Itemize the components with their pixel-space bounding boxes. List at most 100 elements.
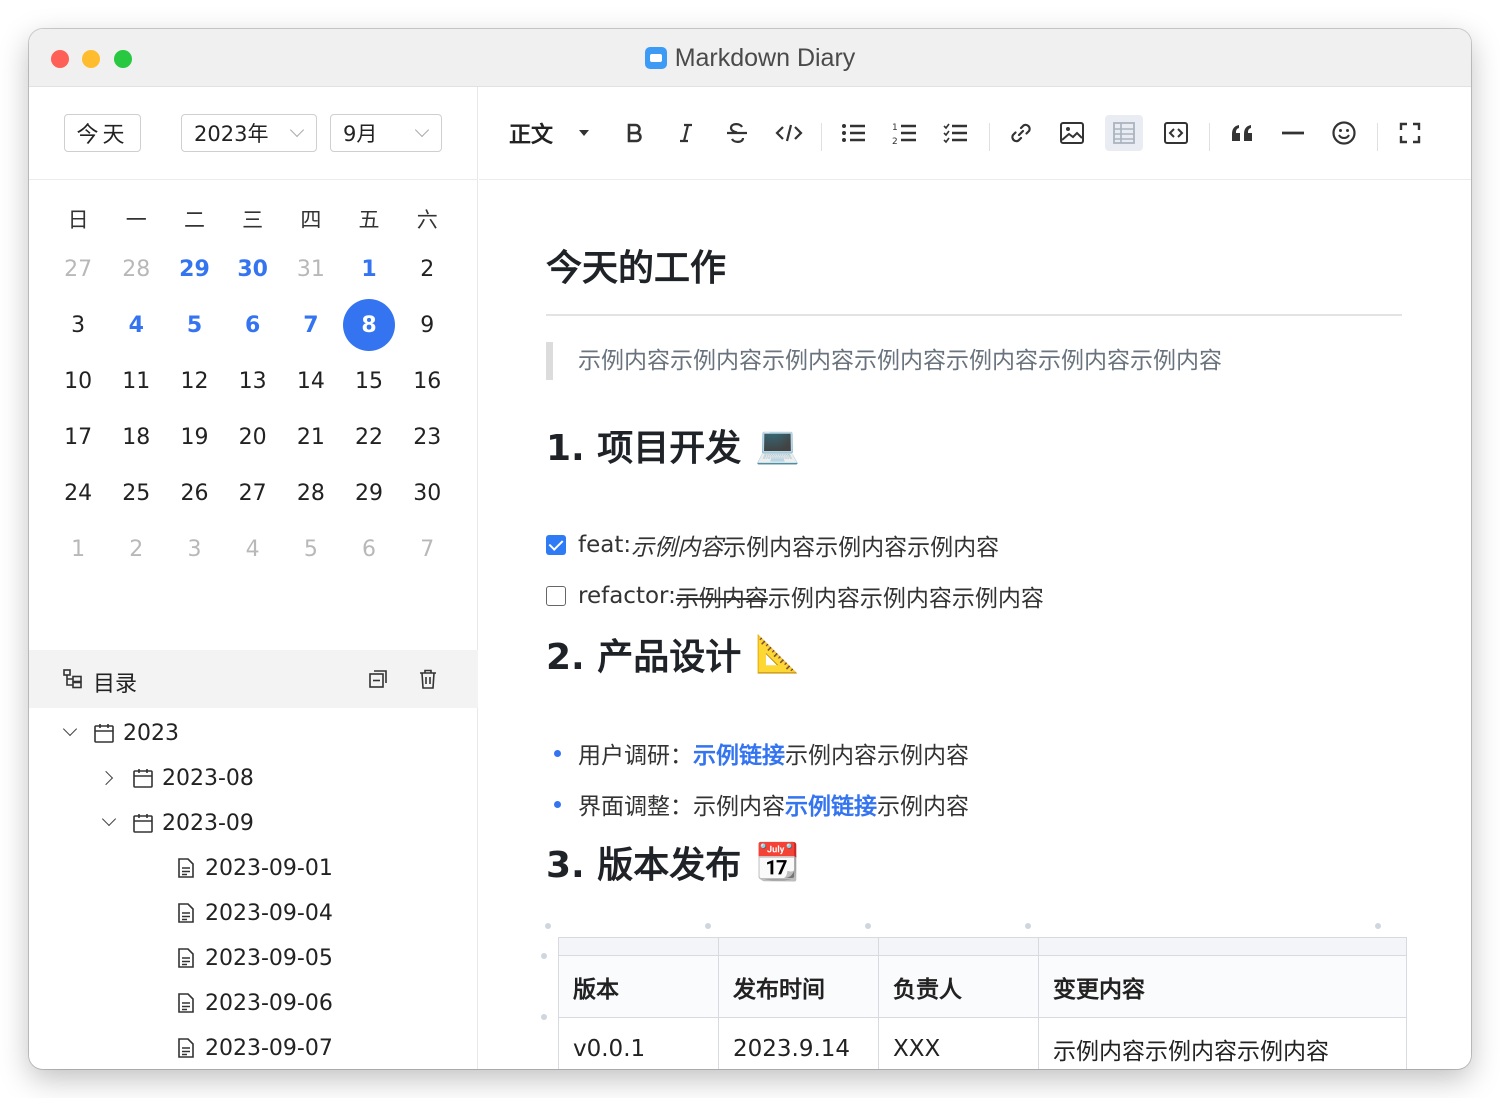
calendar-day-selected[interactable]: 8 xyxy=(340,299,398,351)
code-block-button[interactable] xyxy=(1161,115,1191,151)
table-cell[interactable]: v0.0.1 xyxy=(558,1017,719,1069)
markdown-table[interactable]: 版本 发布时间 负责人 变更内容 v0.0.1 2023.9.14 XXX 示例… xyxy=(558,937,1407,1069)
calendar-day[interactable]: 4 xyxy=(107,313,165,338)
column-handle[interactable] xyxy=(1025,923,1031,929)
calendar-day[interactable]: 24 xyxy=(49,481,107,506)
calendar-day[interactable]: 27 xyxy=(49,257,107,282)
calendar-day[interactable]: 18 xyxy=(107,425,165,450)
checkbox-unchecked[interactable] xyxy=(546,586,566,606)
bullet-list-button[interactable] xyxy=(839,115,869,151)
table-header-cell[interactable]: 负责人 xyxy=(878,955,1039,1018)
collapse-all-icon[interactable] xyxy=(366,667,390,691)
calendar-day[interactable]: 31 xyxy=(282,257,340,282)
table-cell[interactable]: 2023.9.14 xyxy=(718,1017,879,1069)
calendar-day[interactable]: 7 xyxy=(282,313,340,338)
calendar-day[interactable]: 30 xyxy=(224,257,282,282)
table-cell[interactable]: XXX xyxy=(878,1017,1039,1069)
table-grip-cell[interactable] xyxy=(878,937,1039,956)
column-handle[interactable] xyxy=(705,923,711,929)
paragraph-style-select[interactable]: 正文 xyxy=(509,115,599,151)
calendar-day[interactable]: 11 xyxy=(107,369,165,394)
calendar-day[interactable]: 20 xyxy=(224,425,282,450)
column-handle[interactable] xyxy=(545,923,551,929)
tree-node-file[interactable]: 2023-09-04 xyxy=(175,894,333,932)
tree-node-month[interactable]: 2023-09 xyxy=(102,804,254,842)
calendar-day[interactable]: 29 xyxy=(340,481,398,506)
calendar-day[interactable]: 9 xyxy=(398,313,456,338)
toc-label: 目录 xyxy=(93,672,138,697)
emoji-button[interactable] xyxy=(1329,115,1359,151)
tree-node-file[interactable]: 2023-09-07 xyxy=(175,1029,333,1067)
table-grip-row[interactable] xyxy=(558,937,1407,956)
calendar-day[interactable]: 14 xyxy=(282,369,340,394)
calendar-day[interactable]: 30 xyxy=(398,481,456,506)
fullscreen-button[interactable] xyxy=(1395,115,1425,151)
calendar-day[interactable]: 28 xyxy=(282,481,340,506)
calendar-day[interactable]: 21 xyxy=(282,425,340,450)
calendar-day[interactable]: 16 xyxy=(398,369,456,394)
column-handle[interactable] xyxy=(865,923,871,929)
calendar-day[interactable]: 2 xyxy=(398,257,456,282)
quote-button[interactable] xyxy=(1227,115,1257,151)
table-cell[interactable]: 示例内容示例内容示例内容 xyxy=(1038,1017,1407,1069)
calendar-day[interactable]: 7 xyxy=(398,537,456,562)
calendar-day[interactable]: 19 xyxy=(165,425,223,450)
calendar-day[interactable]: 22 xyxy=(340,425,398,450)
table-grip-cell[interactable] xyxy=(718,937,879,956)
calendar-day[interactable]: 15 xyxy=(340,369,398,394)
doc-link[interactable]: 示例链接 xyxy=(785,787,877,821)
task-list-button[interactable] xyxy=(941,115,971,151)
table-grip-cell[interactable] xyxy=(558,937,719,956)
calendar-day[interactable]: 3 xyxy=(49,313,107,338)
month-select[interactable]: 9月 xyxy=(330,114,442,152)
calendar-day[interactable]: 13 xyxy=(224,369,282,394)
calendar-day[interactable]: 17 xyxy=(49,425,107,450)
horizontal-rule-button[interactable] xyxy=(1278,115,1308,151)
italic-button[interactable] xyxy=(671,115,701,151)
calendar-day[interactable]: 10 xyxy=(49,369,107,394)
calendar-day[interactable]: 5 xyxy=(165,313,223,338)
calendar-day[interactable]: 26 xyxy=(165,481,223,506)
row-handle[interactable] xyxy=(541,1014,547,1020)
year-select[interactable]: 2023年 xyxy=(181,114,317,152)
calendar-day[interactable]: 29 xyxy=(165,257,223,282)
calendar-day-number: 21 xyxy=(296,424,325,450)
checkbox-checked[interactable] xyxy=(546,535,566,555)
table-button[interactable] xyxy=(1105,115,1143,151)
markdown-editor[interactable]: 今天的工作 示例内容示例内容示例内容示例内容示例内容示例内容示例内容 1. 项目… xyxy=(479,181,1471,1069)
tree-node-file[interactable]: 2023-09-05 xyxy=(175,939,333,977)
link-button[interactable] xyxy=(1006,115,1036,151)
table-header-cell[interactable]: 变更内容 xyxy=(1038,955,1407,1018)
table-header-cell[interactable]: 版本 xyxy=(558,955,719,1018)
calendar-day[interactable]: 6 xyxy=(224,313,282,338)
calendar-day[interactable]: 12 xyxy=(165,369,223,394)
tree-node-file[interactable]: 2023-09-01 xyxy=(175,849,333,887)
calendar-day[interactable]: 23 xyxy=(398,425,456,450)
calendar-day[interactable]: 4 xyxy=(224,537,282,562)
table-grip-cell[interactable] xyxy=(1038,937,1407,956)
column-handle[interactable] xyxy=(1375,923,1381,929)
today-button[interactable]: 今天 xyxy=(64,114,141,152)
weekday-label: 四 xyxy=(300,208,322,232)
table-header-cell[interactable]: 发布时间 xyxy=(718,955,879,1018)
calendar-day[interactable]: 2 xyxy=(107,537,165,562)
trash-icon[interactable] xyxy=(416,667,440,691)
calendar-day[interactable]: 1 xyxy=(49,537,107,562)
tree-node-month[interactable]: 2023-08 xyxy=(102,759,254,797)
tree-node-year[interactable]: 2023 xyxy=(63,714,179,752)
bold-button[interactable] xyxy=(619,115,649,151)
calendar-day[interactable]: 6 xyxy=(340,537,398,562)
inline-code-button[interactable] xyxy=(773,115,805,151)
tree-node-file[interactable]: 2023-09-06 xyxy=(175,984,333,1022)
ordered-list-button[interactable]: 12 xyxy=(890,115,920,151)
calendar-day[interactable]: 27 xyxy=(224,481,282,506)
strikethrough-button[interactable] xyxy=(722,115,752,151)
calendar-day[interactable]: 1 xyxy=(340,257,398,282)
calendar-day[interactable]: 5 xyxy=(282,537,340,562)
image-button[interactable] xyxy=(1057,115,1087,151)
calendar-day[interactable]: 3 xyxy=(165,537,223,562)
calendar-day[interactable]: 28 xyxy=(107,257,165,282)
calendar-day[interactable]: 25 xyxy=(107,481,165,506)
row-handle[interactable] xyxy=(541,953,547,959)
doc-link[interactable]: 示例链接 xyxy=(693,736,785,770)
